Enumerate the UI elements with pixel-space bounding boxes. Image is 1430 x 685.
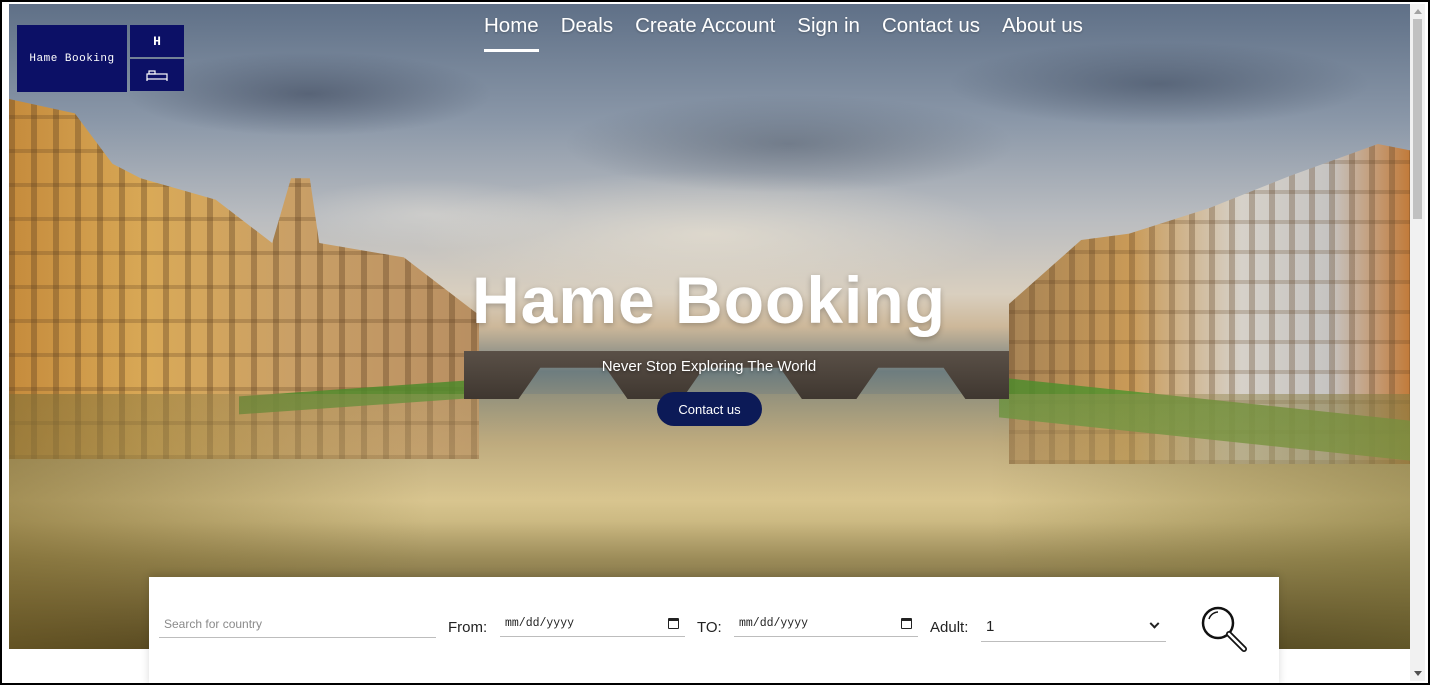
site-logo[interactable]: Hame Booking H xyxy=(17,25,184,92)
search-icon[interactable] xyxy=(1198,603,1250,655)
from-date-input[interactable]: mm/dd/yyyy xyxy=(500,610,685,637)
adult-select[interactable]: 1 xyxy=(981,611,1166,642)
logo-side: H xyxy=(130,25,184,92)
country-search-input[interactable] xyxy=(159,611,436,638)
nav-create-account[interactable]: Create Account xyxy=(635,14,775,52)
contact-us-button[interactable]: Contact us xyxy=(657,392,762,426)
hero-subtitle: Never Stop Exploring The World xyxy=(601,358,817,375)
browser-viewport: Hame Booking H Home Deals Create Account… xyxy=(0,0,1430,685)
nav-about-us[interactable]: About us xyxy=(1002,14,1083,52)
adult-select-value: 1 xyxy=(986,617,995,635)
logo-letter: H xyxy=(130,25,184,57)
nav-contact-us[interactable]: Contact us xyxy=(882,14,980,52)
adult-label: Adult: xyxy=(930,619,969,636)
chevron-down-icon xyxy=(1149,618,1160,629)
from-label: From: xyxy=(448,619,488,636)
main-nav: Home Deals Create Account Sign in Contac… xyxy=(484,14,1083,52)
scroll-down-arrow-icon[interactable] xyxy=(1414,671,1422,676)
to-label: TO: xyxy=(697,619,722,636)
logo-text: Hame Booking xyxy=(17,25,127,92)
nav-sign-in[interactable]: Sign in xyxy=(797,14,860,52)
scroll-up-arrow-icon[interactable] xyxy=(1414,9,1422,14)
bed-icon xyxy=(130,59,184,91)
from-date-value: mm/dd/yyyy xyxy=(505,616,575,630)
to-date-value: mm/dd/yyyy xyxy=(739,616,809,630)
to-date-input[interactable]: mm/dd/yyyy xyxy=(734,610,918,637)
nav-home[interactable]: Home xyxy=(484,14,539,52)
nav-deals[interactable]: Deals xyxy=(561,14,613,52)
page-scrollbar[interactable] xyxy=(1410,4,1425,681)
hero-title: Hame Booking xyxy=(471,263,947,337)
calendar-icon[interactable] xyxy=(668,617,679,629)
search-panel: From: mm/dd/yyyy TO: mm/dd/yyyy Adult: 1 xyxy=(149,577,1279,683)
scrollbar-thumb[interactable] xyxy=(1413,19,1422,219)
calendar-icon[interactable] xyxy=(901,617,912,629)
